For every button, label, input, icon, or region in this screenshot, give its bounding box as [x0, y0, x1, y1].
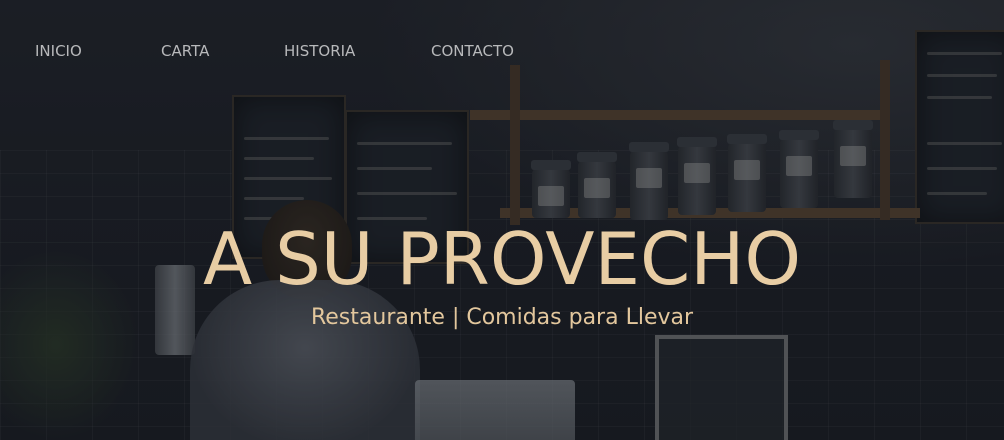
main-nav: INICIO CARTA HISTORIA CONTACTO [35, 42, 531, 60]
nav-link-historia[interactable]: HISTORIA [284, 42, 431, 60]
nav-link-inicio[interactable]: INICIO [35, 42, 161, 60]
hero-title: A SU PROVECHO [202, 217, 802, 301]
hero-subtitle: Restaurante | Comidas para Llevar [310, 305, 694, 330]
nav-link-contacto[interactable]: CONTACTO [431, 42, 531, 60]
hero-section: INICIO CARTA HISTORIA CONTACTO A SU PROV… [0, 0, 1004, 440]
nav-link-carta[interactable]: CARTA [161, 42, 284, 60]
